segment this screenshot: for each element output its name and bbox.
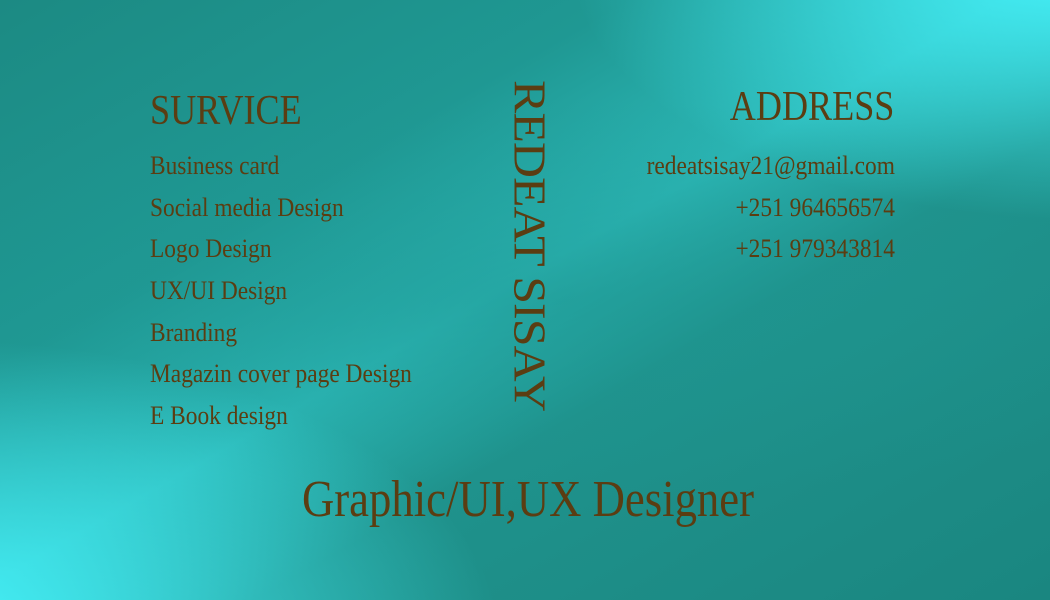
business-card: SURVICE Business card Social media Desig… <box>0 0 1050 600</box>
designer-name: REDEAT SISAY <box>504 80 556 412</box>
service-item: Magazin cover page Design <box>150 359 412 389</box>
service-item: E Book design <box>150 401 288 431</box>
service-list: Business card Social media Design Logo D… <box>150 145 441 437</box>
job-title: Graphic/UI,UX Designer <box>302 471 755 528</box>
contact-email: redeatsisay21@gmail.com <box>646 151 895 180</box>
service-item: Social media Design <box>150 192 344 222</box>
service-item: Business card <box>150 151 280 180</box>
contact-phone: +251 964656574 <box>735 192 895 222</box>
service-item: UX/UI Design <box>150 276 288 306</box>
service-title: SURVICE <box>150 88 302 134</box>
contact-phone: +251 979343814 <box>735 234 895 263</box>
contact-list: redeatsisay21@gmail.com +251 964656574 +… <box>619 145 895 270</box>
service-item: Logo Design <box>150 234 272 264</box>
address-title: ADDRESS <box>729 84 894 130</box>
service-item: Branding <box>150 317 238 347</box>
